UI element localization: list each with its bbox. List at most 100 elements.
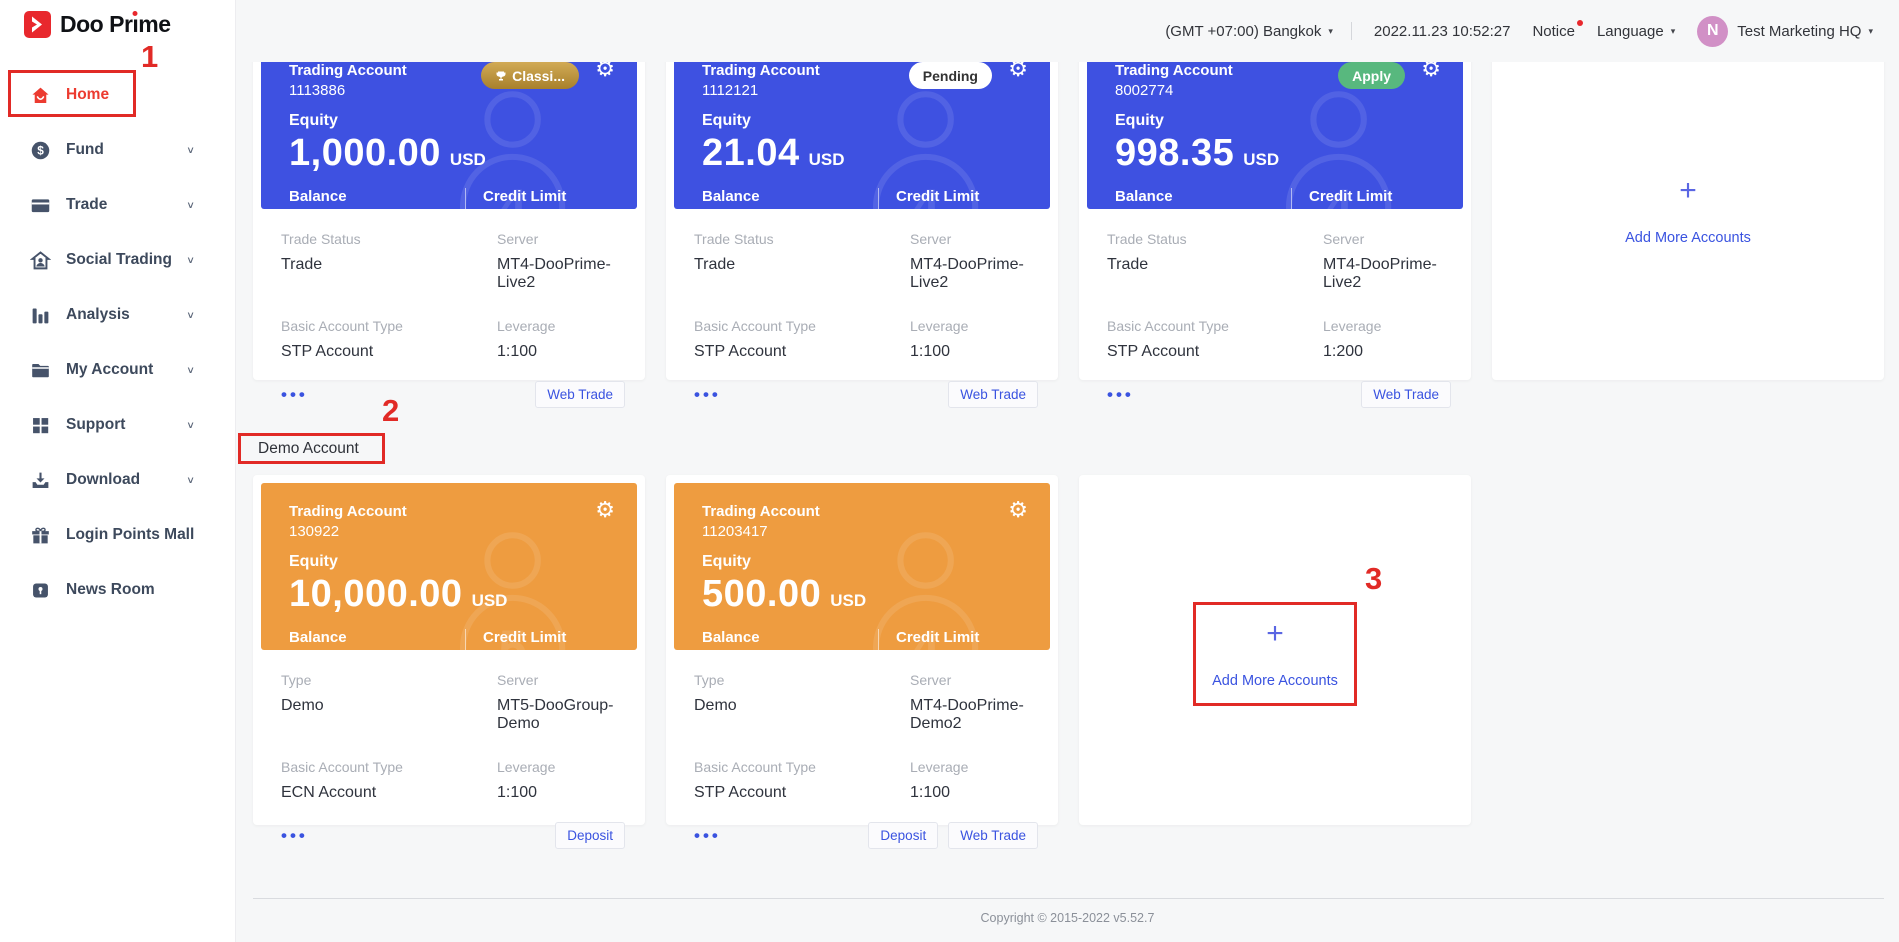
credit-limit-label: Credit Limit bbox=[483, 629, 566, 646]
account-menu[interactable]: N Test Marketing HQ▾ bbox=[1697, 16, 1873, 47]
status-badge-pending: Pending bbox=[909, 62, 992, 89]
field-basic-account-type: Basic Account TypeSTP Account bbox=[281, 318, 497, 361]
settings-gear-icon[interactable]: ⚙ bbox=[595, 499, 615, 521]
annotation-number-3: 3 bbox=[1365, 563, 1382, 594]
trading-account-card-8002774: Trading Account 8002774 Equity 998.35USD… bbox=[1079, 34, 1471, 380]
add-more-accounts-panel[interactable]: + Add More Accounts bbox=[1492, 34, 1884, 380]
home-icon bbox=[30, 85, 51, 106]
sidebar-item-label: Social Trading bbox=[66, 251, 172, 269]
demo-account-card-11203417: Trading Account 11203417 Equity 500.00US… bbox=[666, 475, 1058, 825]
add-more-accounts-panel-demo[interactable]: + Add More Accounts 3 bbox=[1079, 475, 1471, 825]
demo-account-card-130922: Trading Account 130922 Equity 10,000.00U… bbox=[253, 475, 645, 825]
field-type: TypeDemo bbox=[694, 672, 910, 733]
notice-button[interactable]: Notice bbox=[1532, 23, 1575, 40]
topbar-separator bbox=[1351, 22, 1352, 40]
equity-value: 500.00 bbox=[702, 573, 821, 616]
sidebar-item-support[interactable]: Support ∨ bbox=[0, 408, 235, 442]
sidebar-item-home[interactable]: Home bbox=[0, 78, 235, 112]
timezone-selector[interactable]: (GMT +07:00) Bangkok▾ bbox=[1165, 23, 1333, 40]
deposit-button[interactable]: Deposit bbox=[868, 822, 938, 849]
chevron-down-icon: ∨ bbox=[186, 474, 195, 485]
sidebar-item-analysis[interactable]: Analysis ∨ bbox=[0, 298, 235, 332]
trading-account-card-1112121: Trading Account 1112121 Equity 21.04USD … bbox=[666, 34, 1058, 380]
doo-prime-logo-icon bbox=[24, 11, 51, 38]
credit-limit-label: Credit Limit bbox=[896, 188, 979, 205]
header-divider bbox=[465, 188, 466, 209]
social-trading-icon bbox=[30, 250, 51, 271]
more-options-icon[interactable]: ••• bbox=[281, 385, 308, 405]
web-trade-button[interactable]: Web Trade bbox=[1361, 381, 1451, 408]
sidebar-item-label: Download bbox=[66, 471, 140, 489]
sidebar-item-trade[interactable]: Trade ∨ bbox=[0, 188, 235, 222]
notice-badge-dot bbox=[1577, 20, 1583, 26]
demo-account-section-label: Demo Account bbox=[258, 440, 359, 458]
header-divider bbox=[1291, 188, 1292, 209]
sidebar-item-label: Support bbox=[66, 416, 125, 434]
header-divider bbox=[878, 629, 879, 650]
sidebar-item-social-trading[interactable]: Social Trading ∨ bbox=[0, 243, 235, 277]
datetime-display: 2022.11.23 10:52:27 bbox=[1374, 23, 1511, 40]
chevron-down-icon: ∨ bbox=[186, 309, 195, 320]
sidebar-item-login-points-mall[interactable]: Login Points Mall bbox=[0, 518, 235, 552]
sidebar-item-download[interactable]: Download ∨ bbox=[0, 463, 235, 497]
chevron-down-icon: ∨ bbox=[186, 199, 195, 210]
sidebar-item-fund[interactable]: $ Fund ∨ bbox=[0, 133, 235, 167]
trade-icon bbox=[30, 195, 51, 216]
settings-gear-icon[interactable]: ⚙ bbox=[1008, 499, 1028, 521]
chevron-down-icon: ∨ bbox=[186, 419, 195, 430]
more-options-icon[interactable]: ••• bbox=[1107, 385, 1134, 405]
field-trade-status: Trade StatusTrade bbox=[281, 231, 497, 292]
balance-label: Balance bbox=[702, 629, 878, 646]
download-icon bbox=[30, 470, 51, 491]
add-more-accounts-label: Add More Accounts bbox=[1625, 230, 1751, 246]
sidebar-item-news-room[interactable]: News Room bbox=[0, 573, 235, 607]
main-content: (GMT +07:00) Bangkok▾ 2022.11.23 10:52:2… bbox=[236, 0, 1899, 942]
sidebar-item-label: Analysis bbox=[66, 306, 130, 324]
caret-down-icon: ▾ bbox=[1671, 26, 1676, 37]
caret-down-icon: ▾ bbox=[1328, 26, 1333, 37]
support-icon bbox=[30, 415, 51, 436]
news-room-icon bbox=[30, 580, 51, 601]
my-account-icon bbox=[30, 360, 51, 381]
chevron-down-icon: ∨ bbox=[186, 144, 195, 155]
account-name: Test Marketing HQ bbox=[1737, 23, 1861, 40]
annotation-number-2: 2 bbox=[382, 395, 399, 426]
more-options-icon[interactable]: ••• bbox=[694, 385, 721, 405]
gift-icon bbox=[30, 525, 51, 546]
web-trade-button[interactable]: Web Trade bbox=[948, 381, 1038, 408]
trading-account-card-1113886: Trading Account 1113886 Equity 1,000.00U… bbox=[253, 34, 645, 380]
sidebar-item-label: Login Points Mall bbox=[66, 526, 194, 544]
field-basic-account-type: Basic Account TypeSTP Account bbox=[694, 318, 910, 361]
sidebar-item-label: My Account bbox=[66, 361, 153, 379]
header-divider bbox=[465, 629, 466, 650]
sidebar-item-label: Trade bbox=[66, 196, 107, 214]
account-level-badge[interactable]: Classi... bbox=[481, 62, 579, 89]
apply-badge[interactable]: Apply bbox=[1338, 62, 1405, 89]
annotation-box-2: Demo Account bbox=[238, 433, 385, 464]
language-selector[interactable]: Language▾ bbox=[1597, 23, 1675, 40]
field-server: ServerMT5-DooGroup-Demo bbox=[497, 672, 617, 733]
add-more-accounts-label: Add More Accounts bbox=[1212, 673, 1338, 689]
more-options-icon[interactable]: ••• bbox=[694, 826, 721, 846]
balance-label: Balance bbox=[702, 188, 878, 205]
sidebar-nav: Home $ Fund ∨ Trade ∨ Social Trading ∨ bbox=[0, 78, 235, 628]
field-leverage: Leverage1:200 bbox=[1323, 318, 1443, 361]
web-trade-button[interactable]: Web Trade bbox=[948, 822, 1038, 849]
credit-limit-label: Credit Limit bbox=[896, 629, 979, 646]
sidebar-item-label: Home bbox=[66, 86, 109, 104]
plus-icon: + bbox=[1679, 176, 1697, 206]
copyright-text: Copyright © 2015-2022 v5.52.7 bbox=[236, 911, 1899, 925]
chevron-down-icon: ∨ bbox=[186, 254, 195, 265]
web-trade-button[interactable]: Web Trade bbox=[535, 381, 625, 408]
balance-label: Balance bbox=[289, 188, 465, 205]
header-divider bbox=[878, 188, 879, 209]
sidebar: Doo Prıme Home $ Fund ∨ Trade ∨ bbox=[0, 0, 236, 942]
caret-down-icon: ▾ bbox=[1868, 26, 1873, 37]
field-trade-status: Trade StatusTrade bbox=[694, 231, 910, 292]
field-server: ServerMT4-DooPrime-Demo2 bbox=[910, 672, 1030, 733]
sidebar-item-label: Fund bbox=[66, 141, 104, 159]
doo-prime-logo[interactable]: Doo Prıme bbox=[24, 11, 171, 38]
more-options-icon[interactable]: ••• bbox=[281, 826, 308, 846]
sidebar-item-my-account[interactable]: My Account ∨ bbox=[0, 353, 235, 387]
deposit-button[interactable]: Deposit bbox=[555, 822, 625, 849]
